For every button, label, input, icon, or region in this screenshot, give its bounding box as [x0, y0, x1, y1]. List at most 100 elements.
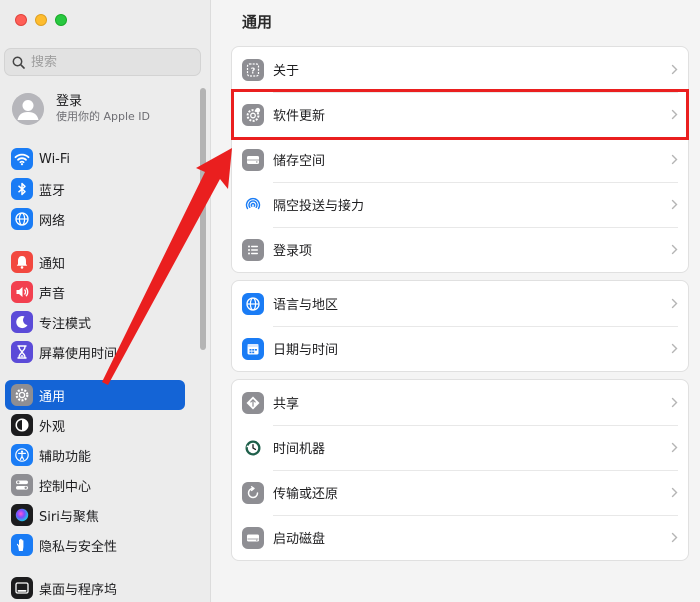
chevron-right-icon [671, 487, 678, 498]
search-icon [12, 56, 25, 69]
chevron-right-icon [671, 199, 678, 210]
hand-icon [11, 534, 33, 556]
sidebar-item-notifications[interactable]: 通知 [5, 247, 185, 277]
svg-text:?: ? [251, 66, 256, 75]
sidebar-item-label: 蓝牙 [39, 183, 66, 199]
settings-group-system: ? 关于 软件更新 储存空间 隔空投送与接力 登录项 [231, 46, 689, 273]
transfer-icon [242, 481, 264, 504]
sidebar-item-sound[interactable]: 声音 [5, 277, 185, 307]
sidebar-item-general[interactable]: 通用 [5, 380, 185, 410]
sidebar-item-label: 屏幕使用时间 [39, 346, 118, 362]
sidebar-item-label: Siri与聚焦 [39, 509, 99, 525]
row-about[interactable]: ? 关于 [232, 47, 688, 92]
row-label: 关于 [273, 64, 300, 79]
row-startup-disk[interactable]: 启动磁盘 [232, 515, 688, 560]
row-airdrop-handoff[interactable]: 隔空投送与接力 [232, 182, 688, 227]
bluetooth-icon [11, 178, 33, 200]
row-label: 隔空投送与接力 [273, 199, 365, 214]
row-label: 启动磁盘 [273, 532, 326, 547]
row-label: 软件更新 [273, 109, 326, 124]
minimize-window-button[interactable] [35, 14, 47, 26]
appearance-icon [11, 414, 33, 436]
page-title: 通用 [242, 13, 273, 31]
wifi-icon [11, 148, 33, 170]
sidebar-item-network[interactable]: 网络 [5, 204, 185, 234]
sidebar: 登录 使用你的 Apple ID Wi-Fi 蓝牙 网络 [0, 0, 211, 602]
search-input[interactable] [31, 54, 191, 70]
sidebar-item-siri-spotlight[interactable]: Siri与聚焦 [5, 500, 185, 530]
row-label: 传输或还原 [273, 487, 339, 502]
row-label: 日期与时间 [273, 343, 339, 358]
sidebar-item-bluetooth[interactable]: 蓝牙 [5, 174, 185, 204]
sidebar-item-label: 专注模式 [39, 316, 92, 332]
about-icon: ? [242, 58, 264, 81]
row-sharing[interactable]: 共享 [232, 380, 688, 425]
chevron-right-icon [671, 244, 678, 255]
toggles-icon [11, 474, 33, 496]
row-time-machine[interactable]: 时间机器 [232, 425, 688, 470]
settings-group-sharing: 共享 时间机器 传输或还原 启动磁盘 [231, 379, 689, 561]
row-transfer-reset[interactable]: 传输或还原 [232, 470, 688, 515]
search-field[interactable] [4, 48, 201, 76]
sidebar-item-appearance[interactable]: 外观 [5, 410, 185, 440]
row-label: 共享 [273, 397, 300, 412]
row-language-region[interactable]: 语言与地区 [232, 281, 688, 326]
startup-disk-icon [242, 526, 264, 549]
zoom-window-button[interactable] [55, 14, 67, 26]
sidebar-item-label: 网络 [39, 213, 66, 229]
settings-window: 登录 使用你的 Apple ID Wi-Fi 蓝牙 网络 [0, 0, 700, 602]
sidebar-item-label: 桌面与程序坞 [39, 582, 118, 598]
row-label: 登录项 [273, 244, 313, 259]
accessibility-icon [11, 444, 33, 466]
main-content: 通用 ? 关于 软件更新 储存空间 隔空投送与接力 登录项 语言与地区 日期与时… [211, 0, 700, 602]
settings-group-locale: 语言与地区 日期与时间 [231, 280, 689, 372]
row-software-update[interactable]: 软件更新 [232, 92, 688, 137]
moon-icon [11, 311, 33, 333]
sidebar-item-wifi[interactable]: Wi-Fi [5, 144, 185, 174]
row-label: 储存空间 [273, 154, 326, 169]
sidebar-item-label: Wi-Fi [39, 151, 71, 167]
chevron-right-icon [671, 298, 678, 309]
window-controls [15, 14, 67, 26]
calendar-icon [242, 337, 264, 360]
airdrop-icon [242, 193, 264, 216]
chevron-right-icon [671, 154, 678, 165]
language-globe-icon [242, 292, 264, 315]
account-subtitle: 使用你的 Apple ID [56, 110, 151, 123]
avatar [12, 93, 44, 125]
sidebar-item-focus[interactable]: 专注模式 [5, 307, 185, 337]
row-label: 时间机器 [273, 442, 326, 457]
sidebar-item-accessibility[interactable]: 辅助功能 [5, 440, 185, 470]
chevron-right-icon [671, 343, 678, 354]
sidebar-item-label: 通用 [39, 389, 66, 405]
login-items-icon [242, 238, 264, 261]
sidebar-item-desktop-dock[interactable]: 桌面与程序坞 [5, 573, 185, 602]
row-date-time[interactable]: 日期与时间 [232, 326, 688, 371]
sidebar-item-label: 通知 [39, 256, 66, 272]
gear-icon [11, 384, 33, 406]
sidebar-item-privacy-security[interactable]: 隐私与安全性 [5, 530, 185, 560]
row-login-items[interactable]: 登录项 [232, 227, 688, 272]
chevron-right-icon [671, 109, 678, 120]
sidebar-item-label: 外观 [39, 419, 66, 435]
sidebar-item-label: 声音 [39, 286, 66, 302]
siri-icon [11, 504, 33, 526]
close-window-button[interactable] [15, 14, 27, 26]
storage-icon [242, 148, 264, 171]
speaker-icon [11, 281, 33, 303]
chevron-right-icon [671, 64, 678, 75]
account-name: 登录 [56, 94, 83, 109]
row-label: 语言与地区 [273, 298, 339, 313]
sidebar-item-label: 隐私与安全性 [39, 539, 118, 555]
sidebar-item-label: 控制中心 [39, 479, 92, 495]
sidebar-item-label: 辅助功能 [39, 449, 92, 465]
sidebar-item-screen-time[interactable]: 屏幕使用时间 [5, 337, 185, 367]
chevron-right-icon [671, 442, 678, 453]
account-signin[interactable]: 登录 使用你的 Apple ID [12, 93, 150, 125]
globe-icon [11, 208, 33, 230]
sidebar-item-control-center[interactable]: 控制中心 [5, 470, 185, 500]
time-machine-icon [242, 436, 264, 459]
chevron-right-icon [671, 397, 678, 408]
sidebar-scrollbar[interactable] [200, 88, 206, 350]
row-storage[interactable]: 储存空间 [232, 137, 688, 182]
